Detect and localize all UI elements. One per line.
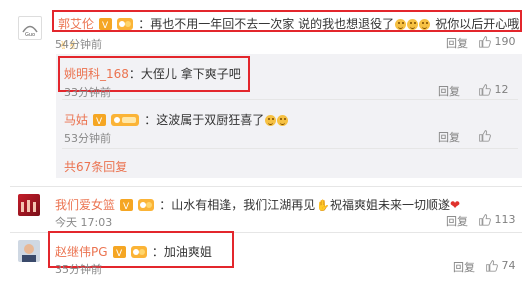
comment-time: 今天 17:03 — [55, 216, 113, 229]
comment-text: ：山水有相逢，我们江湖再见 — [159, 198, 316, 212]
username[interactable]: 姚明科_168 — [64, 67, 129, 81]
svg-text:V: V — [116, 249, 123, 258]
comment-text: ：加油爽姐 — [151, 245, 212, 259]
sad-emoji-icon — [419, 19, 431, 30]
username[interactable]: 马姑 — [64, 113, 88, 127]
username[interactable]: 我们爱女篮 — [55, 198, 115, 212]
heart-icon: ❤ — [450, 198, 461, 212]
happy-emoji-icon — [265, 115, 277, 126]
more-replies-link[interactable]: 共67条回复 — [64, 158, 127, 175]
avatar[interactable]: Guo — [18, 16, 42, 40]
vip-badge-icon: V — [99, 15, 113, 34]
svg-text:V: V — [123, 202, 130, 211]
svg-text:V: V — [102, 21, 109, 30]
like-button[interactable] — [478, 129, 491, 142]
sad-emoji-icon — [407, 19, 419, 30]
like-button[interactable]: 113 — [478, 213, 516, 226]
member-badge-icon — [138, 196, 155, 215]
sad-emoji-icon — [395, 19, 407, 30]
like-icon — [479, 130, 491, 142]
divider — [62, 148, 518, 149]
svg-text:V: V — [96, 117, 103, 126]
reply-button[interactable]: 回复 — [446, 213, 468, 229]
comment-time: 53分钟前 — [64, 132, 111, 145]
username[interactable]: 郭艾伦 — [58, 17, 94, 31]
comment-line: 我们爱女篮 V ：山水有相逢，我们江湖再见✋祝福爽姐未来一切顺遂❤ — [55, 194, 460, 215]
comment-time: 35分钟前 — [55, 263, 102, 276]
divider — [10, 186, 522, 187]
like-count: 190 — [494, 35, 516, 48]
comment-time: 54分钟前 — [55, 38, 102, 51]
like-icon — [479, 84, 491, 96]
member-badge-icon — [111, 111, 140, 130]
reply-button[interactable]: 回复 — [446, 35, 468, 51]
like-icon — [486, 260, 498, 272]
reply-button[interactable]: 回复 — [438, 129, 460, 145]
comment-text: ：再也不用一年回不去一次家 说的我也想退役了 — [138, 17, 395, 31]
like-count: 74 — [501, 259, 516, 272]
username[interactable]: 赵继伟PG — [55, 245, 108, 259]
comment-line: 马姑 V ：这波属于双厨狂喜了 — [64, 109, 289, 130]
vip-badge-icon: V — [112, 243, 126, 262]
comment-text-tail: 祝福爽姐未来一切顺遂 — [330, 198, 451, 212]
like-icon — [479, 214, 491, 226]
svg-text:Guo: Guo — [25, 32, 35, 38]
like-count: 113 — [494, 213, 516, 226]
comment-text-tail: 祝你以后开心哦 — [435, 17, 520, 31]
divider — [62, 99, 518, 100]
wave-emoji-icon: ✋ — [316, 199, 331, 212]
vip-badge-icon: V — [93, 111, 107, 130]
comment-time: 33分钟前 — [64, 86, 111, 99]
excited-emoji-icon — [277, 115, 289, 126]
comment-line: 姚明科_168：大侄儿 拿下爽子吧 — [64, 63, 241, 82]
like-button[interactable]: 74 — [485, 259, 516, 272]
comment-text: ：大侄儿 拿下爽子吧 — [128, 67, 241, 81]
reply-button[interactable]: 回复 — [438, 83, 460, 99]
avatar[interactable] — [18, 194, 40, 216]
comment-line: 赵继伟PG V ：加油爽姐 — [55, 241, 212, 262]
reply-button[interactable]: 回复 — [453, 259, 475, 275]
member-badge-icon — [117, 15, 134, 34]
vip-badge-icon: V — [120, 196, 134, 215]
member-badge-icon — [130, 243, 147, 262]
like-button[interactable]: 190 — [478, 35, 516, 48]
like-icon — [479, 36, 491, 48]
avatar[interactable] — [18, 240, 40, 262]
comment-text: ：这波属于双厨狂喜了 — [144, 113, 265, 127]
like-button[interactable]: 12 — [478, 83, 509, 96]
like-count: 12 — [494, 83, 509, 96]
